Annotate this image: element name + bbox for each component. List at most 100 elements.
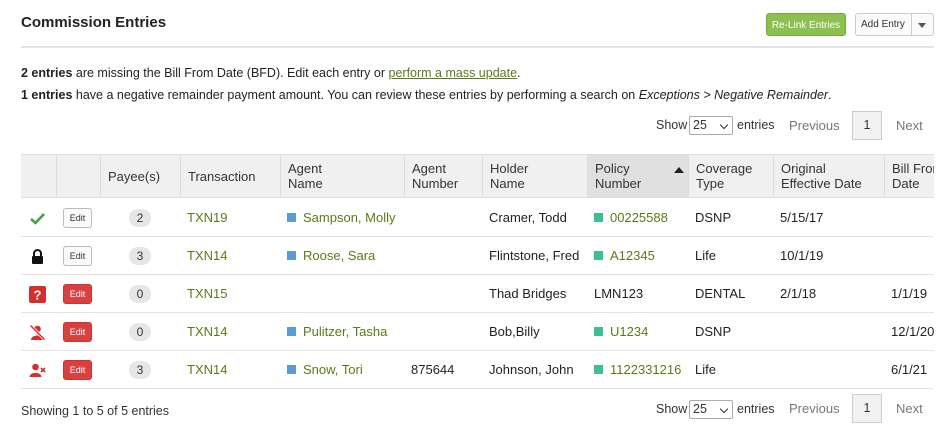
policy-number: LMN123 — [594, 286, 644, 301]
payee-count-badge: 3 — [129, 361, 151, 379]
agent-name-link[interactable]: Roose, Sara — [303, 248, 375, 263]
policy-marker-icon — [594, 213, 603, 222]
add-entry-button[interactable]: Add Entry — [855, 13, 934, 36]
agent-name[interactable]: Pulitzer, Tasha — [287, 313, 387, 350]
lock-icon — [32, 249, 43, 264]
coverage-type: DSNP — [695, 210, 732, 225]
original-effective-date: 5/15/17 — [780, 210, 824, 225]
policy-number-link[interactable]: 00225588 — [610, 210, 668, 225]
header-divider — [21, 46, 934, 48]
transaction-link[interactable]: TXN14 — [187, 351, 227, 388]
check-icon — [30, 213, 45, 225]
transaction-link[interactable]: TXN14 — [187, 237, 227, 274]
policy-marker-icon — [594, 327, 603, 336]
payee-count-badge: 3 — [129, 247, 151, 265]
agent-name[interactable]: Snow, Tori — [287, 351, 363, 388]
agent-name[interactable]: Sampson, Molly — [287, 199, 395, 236]
agent-name[interactable]: Roose, Sara — [287, 237, 375, 274]
payee-count-badge: 0 — [129, 285, 151, 303]
question-icon: ? — [29, 286, 46, 303]
policy-number-link[interactable]: 1122331216 — [610, 362, 681, 377]
next-button[interactable]: Next — [896, 118, 923, 133]
showing-info: Showing 1 to 5 of 5 entries — [21, 404, 170, 418]
transaction-link[interactable]: TXN14 — [187, 313, 227, 350]
col-bill-from-date[interactable]: Bill From Date — [884, 155, 934, 197]
coverage-type: Life — [695, 248, 716, 263]
table-header: Payee(s) Transaction Agent Name Agent Nu… — [21, 154, 934, 198]
user-slash-icon — [29, 324, 46, 341]
edit-button[interactable]: Edit — [63, 284, 92, 304]
notice-count: 1 entries — [21, 88, 73, 102]
svg-text:?: ? — [34, 288, 42, 303]
col-holder-name[interactable]: Holder Name — [482, 155, 587, 197]
divider — [911, 14, 912, 35]
bill-from-date: 1/1/19 — [891, 286, 928, 301]
payee-count-badge: 0 — [129, 323, 151, 341]
agent-marker-icon — [287, 327, 296, 336]
caret-down-icon[interactable] — [918, 23, 926, 28]
next-button[interactable]: Next — [896, 401, 923, 416]
coverage-type: Life — [695, 362, 716, 377]
col-edit — [56, 155, 100, 197]
holder-name: Bob,Billy — [489, 324, 540, 339]
edit-button[interactable]: Edit — [63, 360, 92, 380]
page-title: Commission Entries — [21, 14, 167, 31]
table-row: Edit 3 TXN14 Roose, Sara Flintstone, Fre… — [21, 237, 934, 275]
entries-label: entries — [737, 402, 775, 416]
notice-text: have a negative remainder payment amount… — [72, 88, 639, 102]
edit-button[interactable]: Edit — [63, 208, 92, 228]
notice-path: Exceptions > Negative Remainder — [638, 88, 829, 102]
page-1-button[interactable]: 1 — [852, 394, 882, 423]
transaction-link[interactable]: TXN19 — [187, 199, 227, 236]
policy-number[interactable]: 00225588 — [594, 199, 668, 236]
col-payees[interactable]: Payee(s) — [100, 155, 180, 197]
notice-count: 2 entries — [21, 66, 73, 80]
col-policy-number[interactable]: Policy Number — [587, 155, 688, 197]
previous-button[interactable]: Previous — [789, 401, 840, 416]
coverage-type: DSNP — [695, 324, 732, 339]
bill-from-date: 6/1/21 — [891, 362, 928, 377]
policy-marker-icon — [594, 365, 603, 374]
policy-number-link[interactable]: A12345 — [610, 248, 655, 263]
edit-button[interactable]: Edit — [63, 322, 92, 342]
policy-marker-icon — [594, 251, 603, 260]
col-transaction[interactable]: Transaction — [180, 155, 280, 197]
entries-label: entries — [737, 118, 775, 132]
relink-entries-button[interactable]: Re-Link Entries — [766, 13, 846, 36]
page-1-button[interactable]: 1 — [852, 111, 882, 140]
policy-number[interactable]: A12345 — [594, 237, 655, 274]
page-size-select[interactable]: 25 — [689, 400, 733, 419]
page-size-select[interactable]: 25 — [689, 116, 733, 135]
agent-number: 875644 — [411, 362, 455, 377]
previous-button[interactable]: Previous — [789, 118, 840, 133]
col-original-effective-date[interactable]: Original Effective Date — [773, 155, 884, 197]
agent-marker-icon — [287, 213, 296, 222]
table-row: Edit 0 TXN14 Pulitzer, Tasha Bob,Billy U… — [21, 313, 934, 351]
col-policy-number-label: Policy Number — [595, 161, 642, 191]
chevron-down-icon — [719, 120, 729, 130]
policy-number[interactable]: 1122331216 — [594, 351, 681, 388]
table-row: ? Edit 0 TXN15 Thad Bridges LMN123 DENTA… — [21, 275, 934, 313]
add-entry-label: Add Entry — [861, 19, 905, 30]
table-row: Edit 3 TXN14 Snow, Tori 875644 Johnson, … — [21, 351, 934, 389]
holder-name: Flintstone, Fred — [489, 248, 580, 263]
agent-name-link[interactable]: Pulitzer, Tasha — [303, 324, 387, 339]
notice-text: are missing the Bill From Date (BFD). Ed… — [72, 66, 389, 80]
policy-number[interactable]: U1234 — [594, 313, 648, 350]
col-agent-name[interactable]: Agent Name — [280, 155, 404, 197]
agent-marker-icon — [287, 251, 296, 260]
transaction-link[interactable]: TXN15 — [187, 275, 227, 312]
page-size-value: 25 — [693, 118, 707, 132]
notice-text: . — [828, 88, 832, 102]
edit-button[interactable]: Edit — [63, 246, 92, 266]
mass-update-link[interactable]: perform a mass update — [389, 66, 518, 80]
agent-name-link[interactable]: Snow, Tori — [303, 362, 363, 377]
agent-name-link[interactable]: Sampson, Molly — [303, 210, 395, 225]
user-times-icon — [29, 363, 46, 377]
col-status — [21, 155, 56, 197]
holder-name: Cramer, Todd — [489, 210, 567, 225]
col-coverage-type[interactable]: Coverage Type — [688, 155, 773, 197]
col-agent-number[interactable]: Agent Number — [404, 155, 482, 197]
payee-count-badge: 2 — [129, 209, 151, 227]
policy-number-link[interactable]: U1234 — [610, 324, 648, 339]
